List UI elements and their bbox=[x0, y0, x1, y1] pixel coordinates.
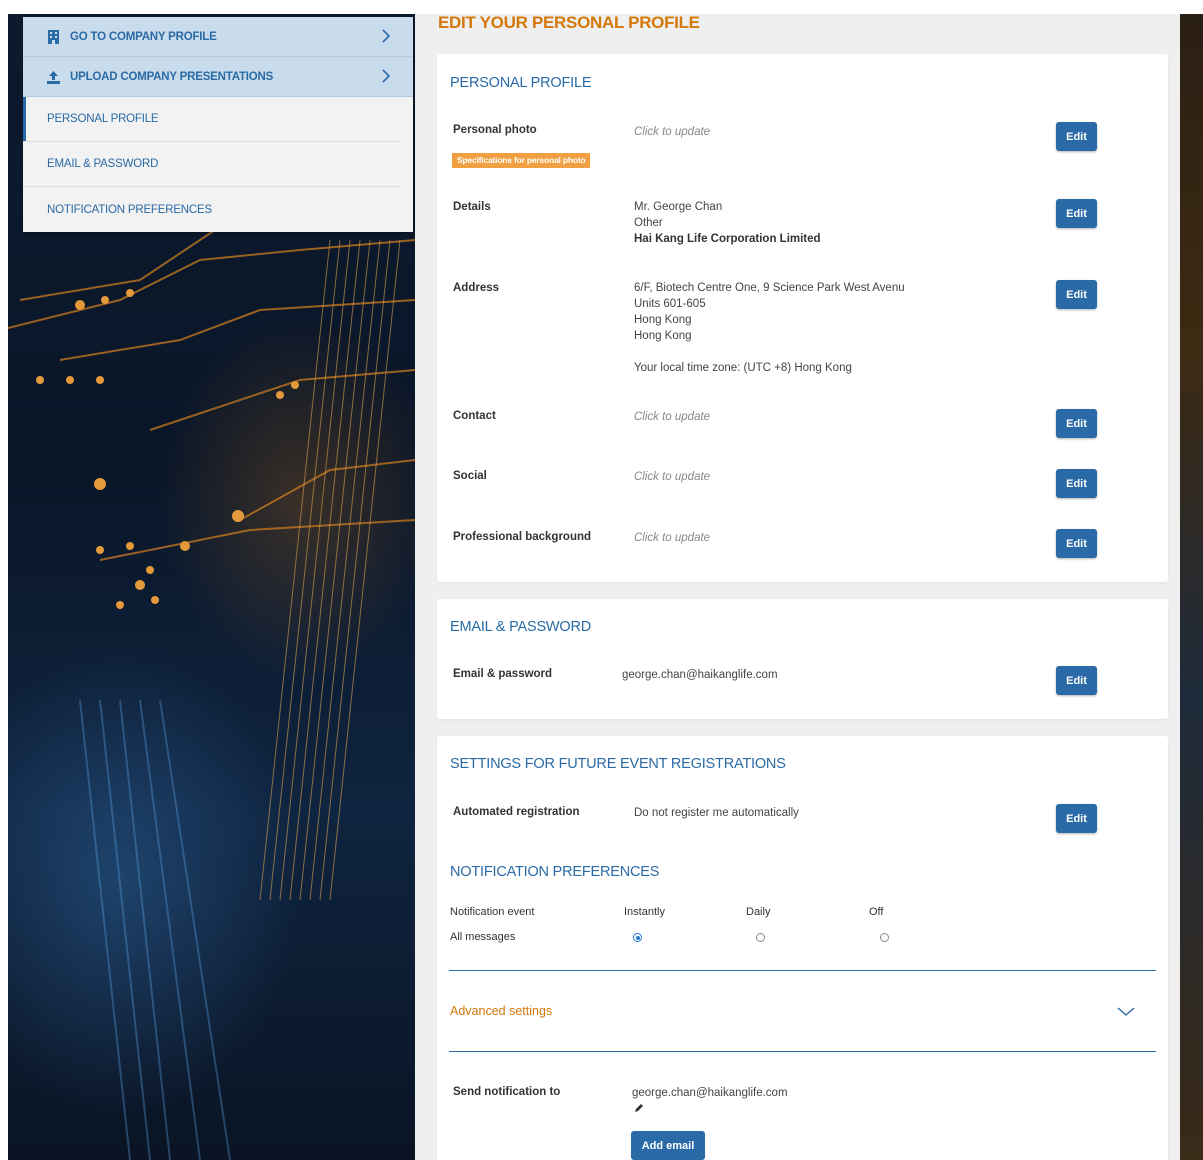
contact-value[interactable]: Click to update bbox=[634, 409, 710, 425]
upload-icon bbox=[47, 70, 60, 84]
notification-event-header: Notification event bbox=[450, 906, 535, 918]
personal-profile-card: PERSONAL PROFILE Personal photo Click to… bbox=[437, 54, 1168, 582]
social-label: Social bbox=[453, 470, 487, 482]
social-value[interactable]: Click to update bbox=[634, 469, 710, 485]
send-notification-value: george.chan@haikanglife.com bbox=[632, 1087, 788, 1099]
address-line-2: Units 601-605 bbox=[634, 298, 706, 310]
sidebar: GO TO COMPANY PROFILE UPLOAD COMPANY PRE… bbox=[23, 17, 413, 232]
send-notification-label: Send notification to bbox=[453, 1086, 561, 1098]
edit-contact-button[interactable]: Edit bbox=[1056, 409, 1097, 438]
email-password-card: EMAIL & PASSWORD Email & password george… bbox=[437, 599, 1168, 719]
details-company: Hai Kang Life Corporation Limited bbox=[634, 233, 821, 245]
personal-profile-title: PERSONAL PROFILE bbox=[450, 75, 592, 91]
address-line-3: Hong Kong bbox=[634, 314, 692, 326]
go-to-company-profile-label: GO TO COMPANY PROFILE bbox=[70, 30, 217, 43]
chevron-right-icon bbox=[382, 29, 391, 43]
edit-email-password-button[interactable]: Edit bbox=[1056, 666, 1097, 695]
future-events-card: SETTINGS FOR FUTURE EVENT REGISTRATIONS … bbox=[437, 736, 1168, 1160]
go-to-company-profile-link[interactable]: GO TO COMPANY PROFILE bbox=[23, 17, 413, 57]
building-icon bbox=[48, 29, 59, 44]
instantly-header: Instantly bbox=[624, 906, 665, 918]
address-line-4: Hong Kong bbox=[634, 330, 692, 342]
future-events-title: SETTINGS FOR FUTURE EVENT REGISTRATIONS bbox=[450, 756, 786, 772]
edit-automated-registration-button[interactable]: Edit bbox=[1056, 804, 1097, 833]
top-strip bbox=[0, 0, 1203, 14]
sidebar-item-label: EMAIL & PASSWORD bbox=[47, 158, 159, 170]
details-value: Mr. George Chan Other Hai Kang Life Corp… bbox=[634, 199, 821, 247]
address-label: Address bbox=[453, 282, 500, 294]
chevron-down-icon[interactable] bbox=[1117, 1007, 1135, 1017]
professional-background-label: Professional background bbox=[453, 531, 592, 543]
edit-address-button[interactable]: Edit bbox=[1056, 280, 1097, 309]
sidebar-item-email-password[interactable]: EMAIL & PASSWORD bbox=[23, 142, 401, 187]
edit-professional-background-button[interactable]: Edit bbox=[1056, 529, 1097, 558]
divider bbox=[449, 970, 1156, 971]
automated-registration-value: Do not register me automatically bbox=[634, 807, 799, 819]
sidebar-item-label: NOTIFICATION PREFERENCES bbox=[47, 203, 212, 216]
email-password-label: Email & password bbox=[453, 668, 553, 680]
email-password-title: EMAIL & PASSWORD bbox=[450, 619, 592, 635]
daily-radio[interactable] bbox=[756, 933, 765, 942]
address-value: 6/F, Biotech Centre One, 9 Science Park … bbox=[634, 280, 905, 376]
edit-personal-photo-button[interactable]: Edit bbox=[1056, 122, 1097, 151]
personal-photo-value[interactable]: Click to update bbox=[634, 124, 710, 140]
details-label: Details bbox=[453, 201, 491, 213]
all-messages-label: All messages bbox=[450, 931, 516, 943]
page-title: EDIT YOUR PERSONAL PROFILE bbox=[438, 13, 700, 32]
email-value: george.chan@haikanglife.com bbox=[622, 669, 778, 681]
edit-social-button[interactable]: Edit bbox=[1056, 469, 1097, 498]
professional-background-value[interactable]: Click to update bbox=[634, 530, 710, 546]
add-email-button[interactable]: Add email bbox=[631, 1131, 705, 1160]
off-header: Off bbox=[869, 906, 884, 918]
advanced-settings-toggle[interactable]: Advanced settings bbox=[450, 1004, 552, 1018]
off-radio[interactable] bbox=[880, 933, 889, 942]
pencil-icon[interactable] bbox=[634, 1103, 644, 1113]
daily-header: Daily bbox=[746, 906, 771, 918]
details-role: Other bbox=[634, 217, 663, 229]
notification-preferences-title: NOTIFICATION PREFERENCES bbox=[450, 864, 660, 880]
details-name: Mr. George Chan bbox=[634, 201, 723, 213]
left-strip bbox=[0, 0, 8, 1160]
edit-details-button[interactable]: Edit bbox=[1056, 199, 1097, 228]
divider bbox=[449, 1051, 1156, 1052]
upload-company-presentations-label: UPLOAD COMPANY PRESENTATIONS bbox=[70, 70, 274, 83]
instantly-radio[interactable] bbox=[633, 933, 642, 942]
contact-label: Contact bbox=[453, 410, 496, 422]
upload-company-presentations-link[interactable]: UPLOAD COMPANY PRESENTATIONS bbox=[23, 57, 413, 97]
sidebar-item-personal-profile[interactable]: PERSONAL PROFILE bbox=[23, 97, 401, 142]
address-line-1: 6/F, Biotech Centre One, 9 Science Park … bbox=[634, 282, 905, 294]
timezone-text: Your local time zone: (UTC +8) Hong Kong bbox=[634, 362, 852, 374]
sidebar-item-label: PERSONAL PROFILE bbox=[47, 113, 159, 125]
photo-specifications-badge[interactable]: Specifications for personal photo bbox=[452, 153, 591, 168]
chevron-right-icon bbox=[382, 69, 391, 83]
personal-photo-label: Personal photo bbox=[453, 124, 537, 136]
automated-registration-label: Automated registration bbox=[453, 806, 580, 818]
sidebar-item-notification-preferences[interactable]: NOTIFICATION PREFERENCES bbox=[23, 187, 401, 232]
